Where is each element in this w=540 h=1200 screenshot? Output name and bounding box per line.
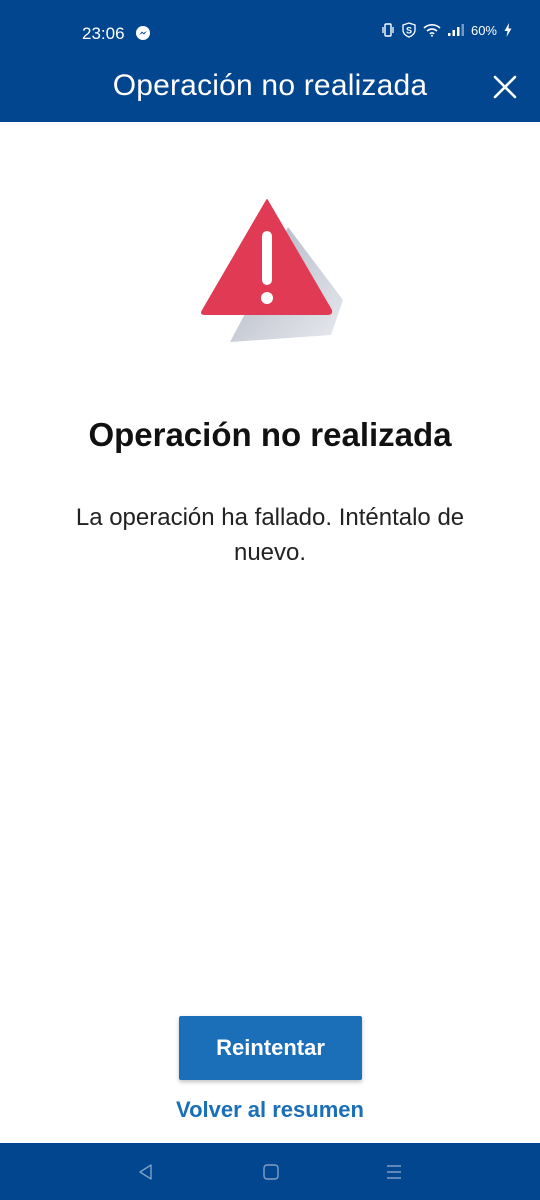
nav-home-icon[interactable] [262, 1163, 280, 1181]
shield-s-icon: S [402, 22, 416, 38]
vibrate-icon [382, 23, 394, 37]
page-title: Operación no realizada [88, 416, 452, 453]
status-bar: 23:06 S 60% [0, 0, 540, 66]
wifi-icon [423, 24, 441, 37]
nav-recents-icon[interactable] [385, 1163, 403, 1181]
warning-triangle-icon [201, 199, 343, 342]
status-icons: S 60% [381, 22, 512, 38]
close-icon[interactable] [492, 74, 518, 100]
svg-text:S: S [406, 26, 412, 36]
navigation-bar [0, 1143, 540, 1200]
error-message: La operación ha fallado. Inténtalo de nu… [75, 504, 465, 566]
app-bar: Operación no realizada [0, 66, 540, 122]
header-title: Operación no realizada [112, 69, 428, 102]
retry-button[interactable]: Reintentar [179, 1016, 362, 1080]
signal-icon [447, 24, 464, 36]
nav-back-icon[interactable] [137, 1163, 155, 1181]
messenger-icon [136, 26, 150, 40]
battery-level: 60% [470, 22, 497, 38]
charging-bolt-icon [504, 23, 512, 37]
back-to-summary-link[interactable]: Volver al resumen [0, 1097, 540, 1123]
status-time: 23:06 [82, 24, 125, 43]
